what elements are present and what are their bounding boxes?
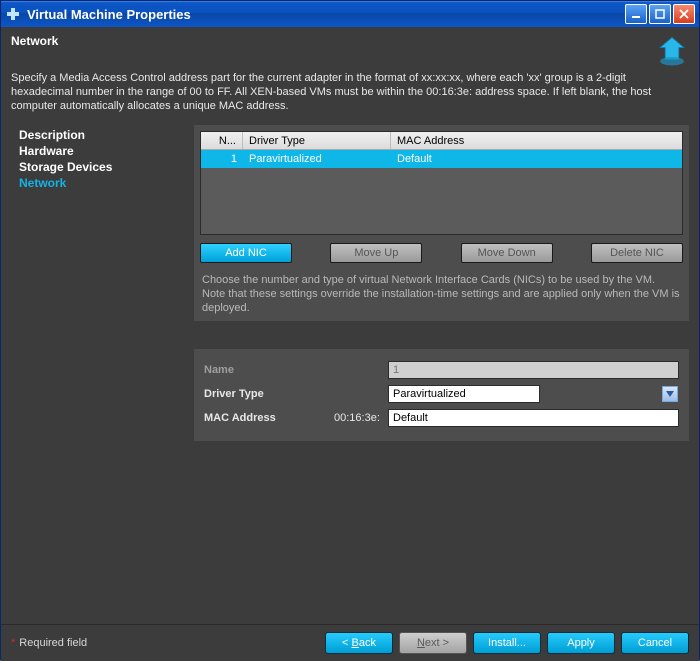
col-mac-address[interactable]: MAC Address	[391, 132, 682, 149]
col-driver-type[interactable]: Driver Type	[243, 132, 391, 149]
delete-nic-button[interactable]: Delete NIC	[591, 243, 683, 263]
table-header: N... Driver Type MAC Address	[201, 132, 682, 150]
maximize-button[interactable]	[649, 4, 671, 24]
cell-number: 1	[201, 153, 243, 165]
nic-hint-text: Choose the number and type of virtual Ne…	[200, 263, 683, 315]
titlebar: Virtual Machine Properties	[1, 1, 699, 27]
nic-panel: N... Driver Type MAC Address 1 Paravirtu…	[194, 125, 689, 321]
move-down-button[interactable]: Move Down	[461, 243, 553, 263]
back-button[interactable]: < Back	[325, 632, 393, 654]
sidebar-item-hardware[interactable]: Hardware	[19, 143, 194, 159]
window: Virtual Machine Properties Network Speci	[0, 0, 700, 660]
driver-type-select[interactable]	[388, 385, 540, 403]
sidebar: Description Hardware Storage Devices Net…	[19, 125, 194, 441]
mac-address-label: MAC Address	[204, 412, 334, 424]
network-glyph-icon	[655, 34, 689, 68]
nic-detail-form: Name Driver Type	[194, 349, 689, 441]
section-title: Network	[11, 34, 58, 48]
move-up-button[interactable]: Move Up	[330, 243, 422, 263]
required-star-icon: *	[11, 637, 15, 649]
sidebar-item-description[interactable]: Description	[19, 127, 194, 143]
minimize-button[interactable]	[625, 4, 647, 24]
content: Network Specify a Media Access Control a…	[1, 27, 699, 661]
next-button[interactable]: Next >	[399, 632, 467, 654]
mac-address-field[interactable]	[388, 409, 679, 427]
required-field-note: *Required field	[11, 637, 87, 649]
apply-button[interactable]: Apply	[547, 632, 615, 654]
footer: *Required field < Back Next > Install...…	[1, 624, 699, 661]
cell-driver: Paravirtualized	[243, 153, 391, 165]
add-nic-button[interactable]: Add NIC	[200, 243, 292, 263]
table-row[interactable]: 1 Paravirtualized Default	[201, 150, 682, 168]
nic-table: N... Driver Type MAC Address 1 Paravirtu…	[200, 131, 683, 235]
driver-type-label: Driver Type	[204, 388, 334, 400]
cell-mac: Default	[391, 153, 682, 165]
col-number[interactable]: N...	[201, 132, 243, 149]
section-help-text: Specify a Media Access Control address p…	[1, 71, 699, 121]
sidebar-item-storage-devices[interactable]: Storage Devices	[19, 159, 194, 175]
mac-prefix: 00:16:3e:	[334, 412, 388, 424]
cancel-button[interactable]: Cancel	[621, 632, 689, 654]
main-panel: N... Driver Type MAC Address 1 Paravirtu…	[194, 125, 689, 441]
name-field	[388, 361, 679, 379]
name-label: Name	[204, 364, 334, 376]
install-button[interactable]: Install...	[473, 632, 541, 654]
sidebar-item-network[interactable]: Network	[19, 175, 194, 191]
chevron-down-icon	[662, 386, 678, 402]
close-button[interactable]	[673, 4, 695, 24]
app-icon	[5, 6, 21, 22]
window-title: Virtual Machine Properties	[27, 7, 625, 22]
